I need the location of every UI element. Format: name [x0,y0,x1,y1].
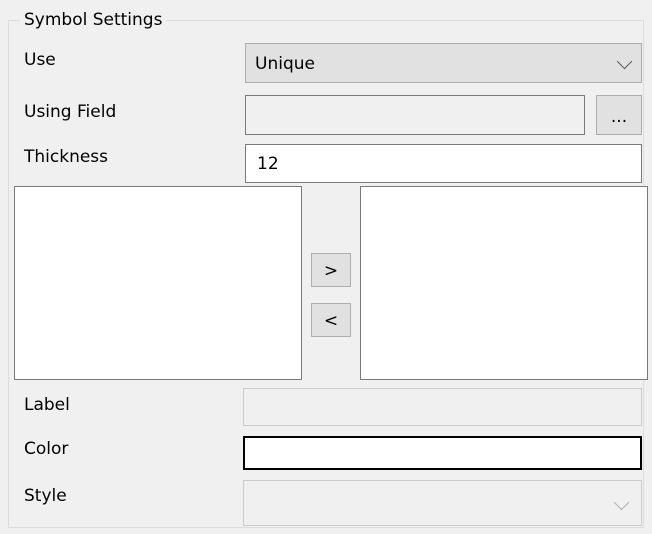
label-input[interactable] [243,388,642,426]
thickness-label: Thickness [24,147,109,167]
use-selected-value: Unique [255,54,315,74]
use-label: Use [24,50,56,70]
style-label: Style [24,486,67,506]
use-combobox[interactable]: Unique [245,43,642,83]
selected-values-list[interactable] [360,186,648,380]
browse-field-button[interactable]: ... [596,95,642,135]
using-field-input[interactable] [245,95,585,135]
chevron-down-icon [616,53,633,70]
thickness-value: 12 [257,154,279,174]
chevron-down-icon [613,494,630,511]
color-label: Color [24,439,69,459]
thickness-input[interactable]: 12 [245,144,642,183]
style-combobox[interactable] [243,480,642,526]
group-title: Symbol Settings [20,8,167,32]
color-swatch-box[interactable] [243,436,642,470]
available-values-list[interactable] [14,186,302,380]
add-value-button[interactable]: > [311,253,351,287]
using-field-label: Using Field [24,102,117,122]
remove-value-button[interactable]: < [311,303,351,337]
label-label: Label [24,395,70,415]
